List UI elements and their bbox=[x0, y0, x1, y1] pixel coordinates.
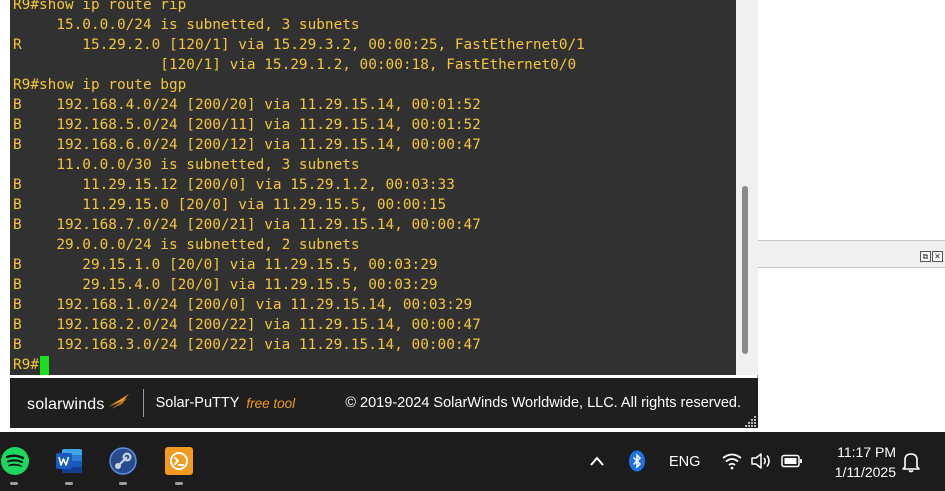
spotify-running-indicator bbox=[10, 482, 18, 485]
terminal-cursor bbox=[40, 355, 49, 375]
clock-date: 1/11/2025 bbox=[834, 464, 896, 480]
background-window bbox=[757, 0, 945, 432]
restore-icon[interactable]: ⧉ bbox=[920, 251, 931, 262]
steam-icon[interactable] bbox=[108, 446, 138, 476]
word-icon[interactable] bbox=[54, 446, 84, 476]
close-icon[interactable]: ✕ bbox=[932, 251, 943, 262]
terminal-output[interactable]: R9#show ip route rip 15.0.0.0/24 is subn… bbox=[10, 0, 736, 375]
copyright-text: © 2019-2024 SolarWinds Worldwide, LLC. A… bbox=[345, 395, 741, 411]
terminal-line: R9#show ip route rip bbox=[13, 0, 187, 13]
terminal-lines: R9#show ip route rip 15.0.0.0/24 is subn… bbox=[13, 0, 585, 375]
footer-separator bbox=[142, 389, 144, 417]
spotify-icon[interactable] bbox=[0, 446, 30, 476]
solarwinds-brand: solarwinds bbox=[27, 396, 105, 413]
terminal-line: B 192.168.1.0/24 [200/0] via 11.29.15.14… bbox=[13, 297, 473, 313]
background-window-toolbar: ⧉ ✕ bbox=[757, 240, 945, 268]
solar-putty-icon[interactable] bbox=[164, 446, 194, 476]
terminal-scrollbar-thumb[interactable] bbox=[742, 186, 748, 354]
solarwinds-logo: solarwinds bbox=[27, 392, 131, 414]
chevron-up-icon[interactable] bbox=[589, 454, 605, 468]
language-indicator[interactable]: ENG bbox=[669, 432, 700, 491]
terminal-line: B 192.168.5.0/24 [200/11] via 11.29.15.1… bbox=[13, 117, 481, 133]
terminal-line: R9#show ip route bgp bbox=[13, 77, 187, 93]
putty-footer: solarwinds Solar-PuTTY free tool © 2019-… bbox=[10, 378, 758, 428]
terminal-line: B 192.168.2.0/24 [200/22] via 11.29.15.1… bbox=[13, 317, 481, 333]
solar-putty-window: R9#show ip route rip 15.0.0.0/24 is subn… bbox=[0, 0, 758, 428]
terminal-line: B 29.15.4.0 [20/0] via 11.29.15.5, 00:03… bbox=[13, 277, 438, 293]
terminal-line: R 15.29.2.0 [120/1] via 15.29.3.2, 00:00… bbox=[13, 37, 585, 53]
terminal-line: B 192.168.4.0/24 [200/20] via 11.29.15.1… bbox=[13, 97, 481, 113]
word-running-indicator bbox=[65, 482, 73, 485]
terminal-line: B 192.168.3.0/24 [200/22] via 11.29.15.1… bbox=[13, 337, 481, 353]
bell-icon[interactable] bbox=[901, 451, 921, 473]
solar-putty-running-indicator bbox=[175, 482, 183, 485]
terminal-prompt: R9# bbox=[13, 357, 39, 373]
bluetooth-icon[interactable] bbox=[628, 450, 646, 472]
terminal-line: [120/1] via 15.29.1.2, 00:00:18, FastEth… bbox=[13, 57, 577, 73]
volume-icon[interactable] bbox=[750, 452, 772, 470]
battery-icon[interactable] bbox=[781, 454, 803, 468]
terminal-line: B 192.168.7.0/24 [200/21] via 11.29.15.1… bbox=[13, 217, 481, 233]
terminal-line: B 11.29.15.12 [200/0] via 15.29.1.2, 00:… bbox=[13, 177, 455, 193]
free-tool-label: free tool bbox=[246, 395, 296, 411]
resize-grip-icon[interactable] bbox=[745, 415, 757, 427]
terminal-line: 11.0.0.0/30 is subnetted, 3 subnets bbox=[13, 157, 360, 173]
solarwinds-bird-icon bbox=[107, 394, 129, 409]
terminal-prompt-line[interactable]: R9# bbox=[13, 355, 585, 375]
steam-running-indicator bbox=[119, 482, 127, 485]
terminal-line: 29.0.0.0/24 is subnetted, 2 subnets bbox=[13, 237, 360, 253]
terminal-line: B 192.168.6.0/24 [200/12] via 11.29.15.1… bbox=[13, 137, 481, 153]
taskbar: ENG 11:17 PM 1/11/2025 bbox=[0, 432, 945, 491]
system-clock[interactable]: 11:17 PM 1/11/2025 bbox=[818, 442, 896, 482]
language-label: ENG bbox=[669, 453, 701, 470]
terminal-line: 15.0.0.0/24 is subnetted, 3 subnets bbox=[13, 17, 360, 33]
terminal-line: B 29.15.1.0 [20/0] via 11.29.15.5, 00:03… bbox=[13, 257, 438, 273]
terminal-line: B 11.29.15.0 [20/0] via 11.29.15.5, 00:0… bbox=[13, 197, 447, 213]
product-name: Solar-PuTTY bbox=[155, 395, 240, 411]
wifi-icon[interactable] bbox=[721, 452, 743, 470]
clock-time: 11:17 PM bbox=[837, 444, 896, 460]
